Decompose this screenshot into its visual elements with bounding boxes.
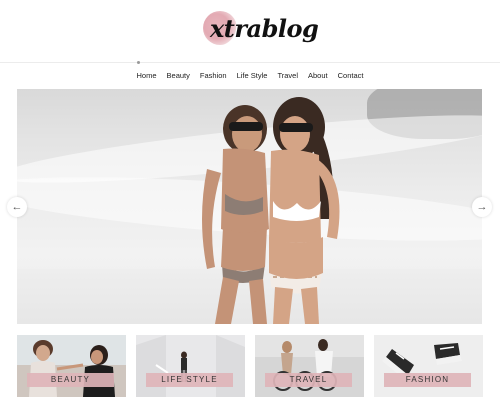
category-label-fashion: FASHION bbox=[384, 373, 471, 387]
category-label-beauty: BEAUTY bbox=[27, 373, 114, 387]
nav-item-beauty[interactable]: Beauty bbox=[162, 70, 195, 82]
arrow-right-icon: → bbox=[476, 201, 488, 213]
nav-item-travel[interactable]: Travel bbox=[272, 70, 303, 82]
category-card-fashion[interactable]: FASHION bbox=[374, 335, 483, 397]
header-divider bbox=[0, 62, 500, 63]
category-card-travel[interactable]: TRAVEL bbox=[255, 335, 364, 397]
slider-next-button[interactable]: → bbox=[472, 197, 492, 217]
beauty-thumbnail-photo bbox=[17, 335, 126, 397]
nav-item-home[interactable]: Home bbox=[132, 70, 162, 82]
site-logo[interactable]: xtrablog bbox=[200, 8, 319, 48]
hero-photo-two-women bbox=[202, 97, 340, 324]
category-label-life-style: LIFE STYLE bbox=[146, 373, 233, 387]
nav-item-life-style[interactable]: Life Style bbox=[232, 70, 273, 82]
logo-text: xtrablog bbox=[210, 14, 319, 43]
category-label-travel: TRAVEL bbox=[265, 373, 352, 387]
site-header: xtrablog bbox=[0, 0, 500, 62]
main-navigation: Home Beauty Fashion Life Style Travel Ab… bbox=[0, 70, 500, 82]
active-nav-indicator bbox=[137, 61, 140, 64]
fashion-thumbnail-photo bbox=[374, 335, 483, 397]
nav-item-about[interactable]: About bbox=[303, 70, 333, 82]
slider-prev-button[interactable]: ← bbox=[7, 197, 27, 217]
arrow-left-icon: ← bbox=[11, 201, 23, 213]
category-card-life-style[interactable]: LIFE STYLE bbox=[136, 335, 245, 397]
travel-thumbnail-photo bbox=[255, 335, 364, 397]
category-card-beauty[interactable]: BEAUTY bbox=[17, 335, 126, 397]
life-style-thumbnail-photo bbox=[136, 335, 245, 397]
hero-slider-image[interactable] bbox=[17, 89, 482, 324]
nav-item-contact[interactable]: Contact bbox=[333, 70, 369, 82]
nav-item-fashion[interactable]: Fashion bbox=[195, 70, 232, 82]
